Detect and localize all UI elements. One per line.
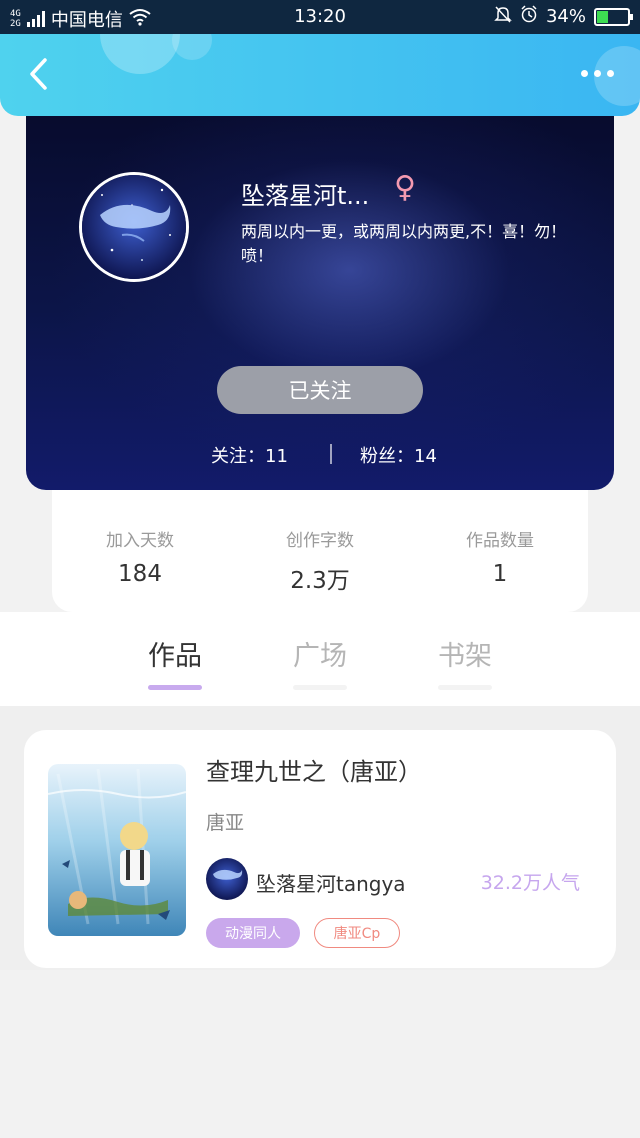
battery-percent: 34%	[545, 6, 586, 27]
more-dots-icon	[581, 70, 588, 77]
stat-label: 创作字数	[286, 531, 354, 551]
top-nav	[0, 34, 640, 116]
following-count[interactable]: 关注：11	[211, 442, 288, 468]
tab-bookshelf[interactable]: 书架	[415, 634, 515, 690]
work-subtitle: 唐亚	[206, 812, 245, 834]
stat-join-days: 加入天数 184	[60, 526, 220, 587]
tab-indicator	[148, 685, 202, 690]
bio: 两周以内一更，或两周以内两更,不！喜！勿！喷！	[241, 222, 567, 265]
author-name[interactable]: 坠落星河tangya	[256, 868, 406, 897]
status-bar: 4G 2G 中国电信 13:20 34%	[0, 0, 640, 34]
chevron-left-icon	[30, 58, 47, 90]
more-button[interactable]	[581, 70, 614, 77]
battery-icon	[594, 7, 633, 26]
alarm-icon	[520, 5, 538, 28]
tab-label: 广场	[293, 641, 347, 672]
work-title[interactable]: 查理九世之（唐亚）	[206, 752, 422, 787]
tab-bar: 作品 广场 书架	[0, 612, 640, 706]
tab-indicator	[438, 685, 492, 690]
stats-card: 加入天数 184 创作字数 2.3万 作品数量 1	[52, 490, 588, 612]
stat-work-count: 作品数量 1	[420, 526, 580, 587]
book-cover[interactable]	[48, 764, 186, 936]
stat-label: 加入天数	[106, 531, 174, 551]
stat-label: 作品数量	[466, 531, 534, 551]
stat-value: 2.3万	[290, 568, 350, 594]
tag-cp[interactable]: 唐亚Cp	[314, 918, 400, 948]
divider	[330, 444, 332, 464]
female-gender-icon: ♀	[394, 170, 416, 205]
tab-works[interactable]: 作品	[125, 634, 225, 690]
nickname: 坠落星河t...	[241, 182, 370, 210]
work-card[interactable]: 查理九世之（唐亚） 唐亚 坠落星河tangya 32.2万人气 动漫同人 唐亚C…	[24, 730, 616, 968]
stat-value: 184	[118, 561, 162, 587]
tab-label: 作品	[148, 641, 202, 672]
avatar[interactable]	[79, 172, 189, 282]
stat-word-count: 创作字数 2.3万	[240, 526, 400, 595]
follow-button[interactable]: 已关注	[217, 366, 423, 414]
works-list: 查理九世之（唐亚） 唐亚 坠落星河tangya 32.2万人气 动漫同人 唐亚C…	[0, 706, 640, 970]
tag-category[interactable]: 动漫同人	[206, 918, 300, 948]
stat-value: 1	[492, 561, 508, 587]
profile-banner: 坠落星河t... ♀ 两周以内一更，或两周以内两更,不！喜！勿！喷！ 已关注 关…	[26, 90, 614, 490]
back-button[interactable]	[18, 54, 58, 94]
tab-label: 书架	[438, 641, 492, 672]
popularity-count: 32.2万人气	[480, 872, 580, 894]
tab-indicator	[293, 685, 347, 690]
author-avatar[interactable]	[206, 858, 248, 900]
mute-icon	[494, 5, 512, 28]
fans-count[interactable]: 粉丝：14	[360, 442, 437, 468]
tab-square[interactable]: 广场	[270, 634, 370, 690]
